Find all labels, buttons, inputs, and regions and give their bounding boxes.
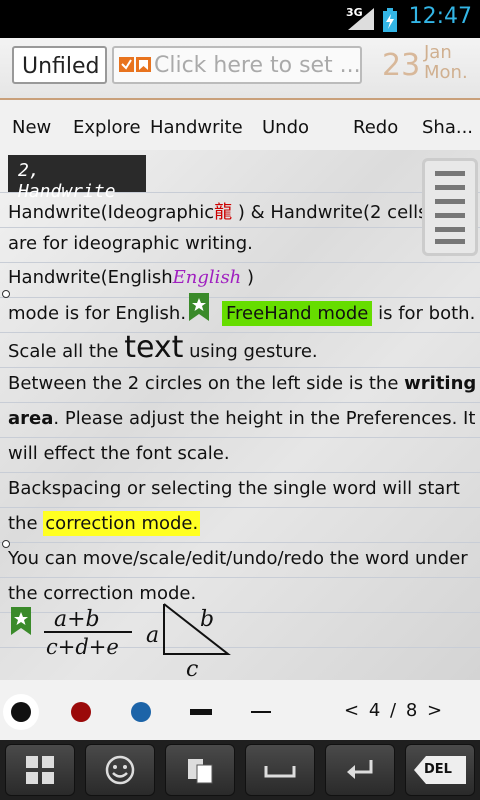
note-heading: 2, Handwrite: [18, 160, 116, 202]
smiley-icon: [105, 755, 135, 785]
note-line: will effect the font scale.: [8, 443, 230, 464]
clipboard-icon: [188, 759, 213, 784]
note-page[interactable]: 2, Handwrite Handwrite(Ideographic龍 ) & …: [0, 150, 480, 680]
heading-block: 2, Handwrite: [8, 155, 146, 202]
page-prev-button[interactable]: <: [344, 700, 361, 721]
grid-icon: [26, 756, 54, 784]
bookmark-icon[interactable]: [10, 606, 32, 636]
page-current: 4: [368, 700, 383, 721]
svg-text:a+b: a+b: [54, 607, 100, 632]
menu-new[interactable]: New: [12, 117, 51, 138]
menu-share[interactable]: Sha...: [422, 117, 473, 138]
writing-area-top-handle[interactable]: [2, 290, 10, 298]
handwritten-triangle: a b c: [146, 603, 231, 680]
clock: 12:47: [408, 4, 472, 29]
tag-field[interactable]: Click here to set ...: [112, 46, 362, 84]
scaled-word: text: [124, 330, 184, 365]
note-line: mode is for English.: [8, 303, 187, 324]
status-bar: 3G 12:47: [0, 0, 480, 38]
key-bar: DEL: [0, 740, 480, 800]
battery-icon: [383, 8, 397, 32]
tag-icon: [119, 57, 151, 72]
menu-handwrite[interactable]: Handwrite: [150, 117, 243, 138]
date-month: Jan: [424, 42, 452, 63]
enter-key[interactable]: [325, 744, 395, 796]
pen-width-thin[interactable]: [251, 711, 271, 713]
menu-bar: New Explore Handwrite Undo Redo Sha...: [0, 100, 480, 150]
delete-label: DEL: [424, 762, 452, 777]
menu-explore[interactable]: Explore: [73, 117, 141, 138]
menu-redo[interactable]: Redo: [353, 117, 398, 138]
note-line: the correction mode.: [8, 583, 197, 604]
tag-placeholder: Click here to set ...: [154, 53, 361, 78]
note-line: You can move/scale/edit/undo/redo the wo…: [8, 548, 468, 569]
note-line: Handwrite(Ideographic龍 ) & Handwrite(2 c…: [8, 198, 458, 224]
note-line: Backspacing or selecting the single word…: [8, 478, 460, 499]
note-line: are for ideographic writing.: [8, 233, 253, 254]
note-line: the correction mode.: [8, 511, 201, 536]
handwritten-glyph: 龍: [214, 202, 233, 223]
note-line: Scale all the text using gesture.: [8, 330, 318, 365]
pen-width-thick[interactable]: [190, 709, 212, 715]
note-line: Handwrite(EnglishEnglish ): [8, 267, 255, 288]
svg-text:b: b: [200, 607, 214, 632]
highlight-yellow: correction mode.: [43, 511, 201, 536]
svg-text:c+d+e: c+d+e: [46, 635, 119, 659]
pen-color-blue[interactable]: [131, 702, 151, 722]
page-indicator: < 4 / 8 >: [344, 700, 445, 721]
page-total: 8: [405, 700, 420, 721]
network-type: 3G: [346, 6, 363, 19]
space-icon: [264, 766, 296, 778]
grip-icon: [435, 171, 465, 244]
note-line: FreeHand mode is for both.: [222, 301, 475, 326]
svg-text:a: a: [146, 623, 159, 648]
menu-undo[interactable]: Undo: [262, 117, 309, 138]
clipboard-key[interactable]: [165, 744, 235, 796]
emoji-key[interactable]: [85, 744, 155, 796]
handwritten-fraction: a+b c+d+e: [44, 607, 132, 659]
scroll-handle[interactable]: [422, 158, 478, 256]
handwritten-word: English: [172, 267, 242, 288]
delete-key[interactable]: DEL: [405, 744, 475, 796]
pen-color-black-selected[interactable]: [3, 694, 39, 730]
note-header: Unfiled Click here to set ... 23 Jan Mon…: [0, 38, 480, 100]
enter-icon: [347, 760, 373, 779]
svg-text:c: c: [186, 657, 198, 680]
note-title[interactable]: Unfiled: [12, 46, 107, 84]
pen-toolbar: < 4 / 8 >: [0, 680, 480, 740]
writing-area-bottom-handle[interactable]: [2, 540, 10, 548]
page-next-button[interactable]: >: [427, 700, 444, 721]
note-line: area. Please adjust the height in the Pr…: [8, 408, 476, 429]
bookmark-icon[interactable]: [188, 292, 210, 322]
pen-color-red[interactable]: [71, 702, 91, 722]
apps-key[interactable]: [5, 744, 75, 796]
highlight-green: FreeHand mode: [222, 301, 373, 326]
date-day: 23: [382, 48, 421, 83]
date-weekday: Mon.: [424, 62, 468, 83]
note-line: Between the 2 circles on the left side i…: [8, 373, 477, 394]
space-key[interactable]: [245, 744, 315, 796]
color-swatch: [11, 702, 31, 722]
